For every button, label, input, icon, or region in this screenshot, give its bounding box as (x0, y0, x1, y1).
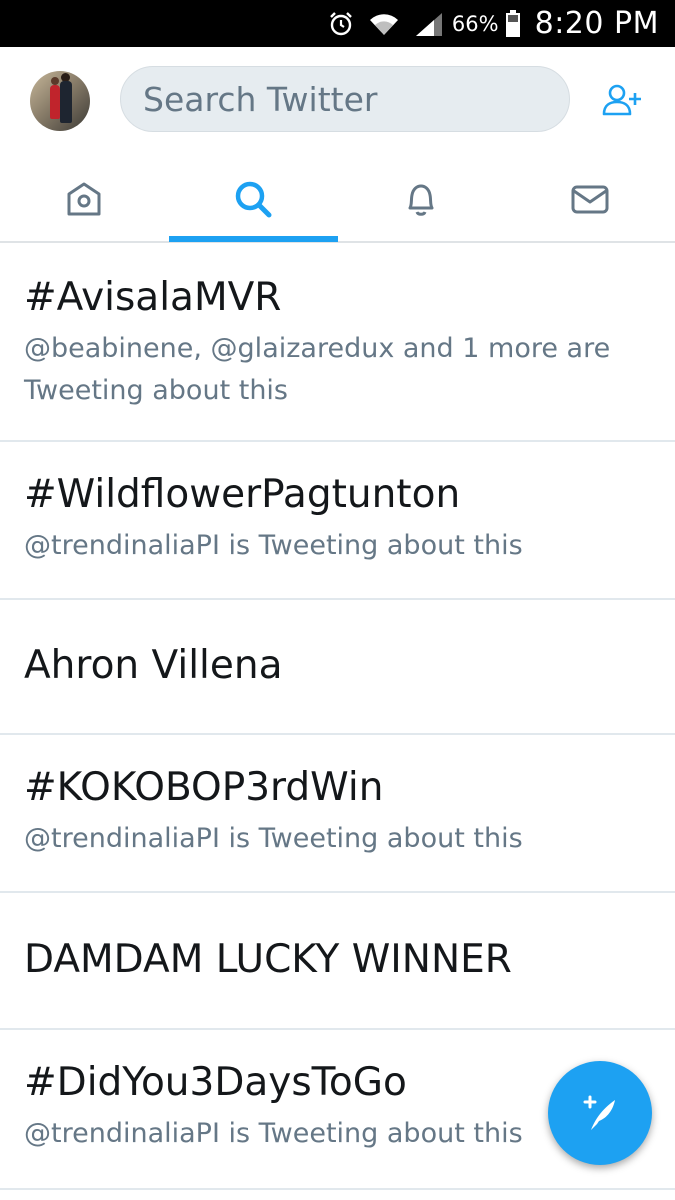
tab-bar (0, 157, 675, 243)
avatar-figure (60, 81, 72, 123)
trend-subtitle: @trendinaliaPI is Tweeting about this (24, 530, 523, 561)
trend-item[interactable]: #AvisalaMVR @beabinene, @glaizaredux and… (0, 245, 675, 442)
search-placeholder: Search Twitter (143, 79, 378, 119)
trend-title: #AvisalaMVR (24, 275, 282, 320)
compose-tweet-button[interactable] (548, 1061, 652, 1165)
tab-search[interactable] (169, 157, 337, 241)
search-icon (235, 181, 272, 218)
tab-messages[interactable] (506, 157, 674, 241)
trend-subtitle: @trendinaliaPI is Tweeting about this (24, 823, 523, 854)
trend-subtitle: @beabinene, @glaizaredux and 1 more are … (24, 333, 611, 406)
home-icon (67, 182, 101, 216)
clock: 8:20 PM (534, 6, 659, 41)
trend-title: #WildflowerPagtunton (24, 472, 461, 517)
trend-item[interactable]: #WildflowerPagtunton @trendinaliaPI is T… (0, 442, 675, 600)
tab-notifications[interactable] (337, 157, 505, 241)
trend-item[interactable]: DAMDAM LUCKY WINNER (0, 893, 675, 1030)
battery-percent: 66% (451, 11, 499, 36)
messages-envelope-icon (571, 185, 609, 214)
compose-tweet-icon (583, 1095, 615, 1130)
notifications-bell-icon (408, 184, 434, 216)
battery-icon (505, 9, 521, 38)
avatar-figure (50, 85, 60, 119)
active-tab-indicator (169, 236, 338, 242)
search-input[interactable]: Search Twitter (120, 66, 570, 132)
app-header: Search Twitter (0, 47, 675, 157)
trend-title: #KOKOBOP3rdWin (24, 765, 384, 810)
status-bar: 66% 8:20 PM (0, 0, 675, 47)
avatar-figure (51, 77, 59, 85)
trend-title: DAMDAM LUCKY WINNER (24, 937, 512, 982)
tab-home[interactable] (0, 157, 168, 241)
signal-icon (414, 11, 444, 37)
add-user-icon[interactable] (600, 81, 644, 121)
profile-avatar[interactable] (30, 71, 90, 131)
wifi-icon (368, 11, 400, 37)
alarm-icon (328, 11, 354, 37)
trend-item[interactable]: Ahron Villena (0, 600, 675, 735)
trend-item[interactable]: #KOKOBOP3rdWin @trendinaliaPI is Tweetin… (0, 735, 675, 893)
trend-title: Ahron Villena (24, 643, 283, 688)
